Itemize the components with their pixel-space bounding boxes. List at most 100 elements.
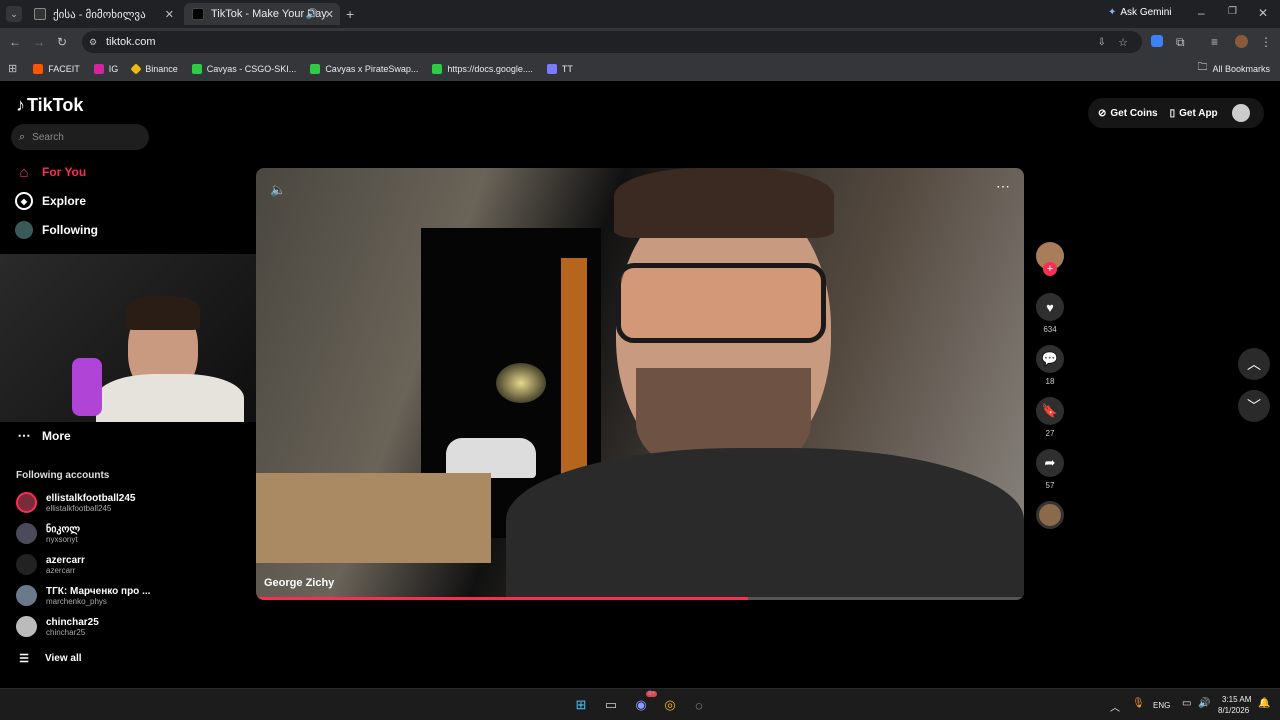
streamer-body (96, 374, 244, 422)
extensions-icon[interactable]: ⧉ (1176, 35, 1185, 50)
restore-icon[interactable]: ❐ (1228, 6, 1237, 17)
account-name: ნიკოლ (46, 523, 81, 535)
speaker-icon[interactable]: 🔊 (306, 9, 318, 20)
account-item[interactable]: ellistalkfootball245 ellistalkfootball245 (16, 492, 135, 513)
account-item[interactable]: azercarr azercarr (16, 554, 85, 575)
tiktok-logo[interactable]: ♪ TikTok (16, 95, 83, 116)
volume-icon[interactable]: 🔈 (270, 182, 286, 198)
account-item[interactable]: chinchar25 chinchar25 (16, 616, 99, 637)
share-button[interactable]: ➦ 57 (1036, 449, 1064, 490)
chevron-up-icon: ︿ (1247, 356, 1261, 372)
reload-icon[interactable]: ↻ (57, 35, 67, 49)
microphone-icon[interactable]: 🎙 (1132, 698, 1145, 709)
close-icon[interactable]: ✕ (165, 8, 174, 21)
site-info-icon[interactable]: ⚙ (89, 37, 97, 48)
network-icon[interactable]: ▭ (1182, 698, 1191, 709)
search-icon: ⌕ (19, 130, 26, 143)
account-item[interactable]: ТГК: Марченко про ... marchenko_phys (16, 585, 150, 606)
music-disc[interactable] (1036, 501, 1064, 529)
nav-following[interactable]: Following (15, 221, 98, 239)
more-options-icon[interactable]: ⋯ (996, 178, 1010, 195)
next-video-button[interactable]: ﹀ (1238, 390, 1270, 422)
progress-track[interactable] (256, 597, 1024, 600)
avatar (16, 492, 37, 513)
tab-search-icon[interactable]: ⌄ (6, 6, 22, 22)
close-icon[interactable]: ✕ (325, 8, 334, 21)
like-button[interactable]: ♥ 634 (1036, 293, 1064, 334)
like-count: 634 (1043, 325, 1057, 334)
video-player[interactable]: 🔈 ⋯ George Zichy (256, 168, 1024, 600)
phone-icon: ▯ (1169, 107, 1176, 119)
bookmark-label: Cavyas - CSGO-SKI... (206, 63, 297, 74)
chevron-up-icon[interactable]: ︿ (1110, 699, 1120, 714)
glasses (616, 263, 826, 343)
notification-icon[interactable]: 🔔 (1258, 698, 1270, 709)
bookmark-faceit[interactable]: FACEIT (33, 63, 80, 74)
view-all-link[interactable]: ☰ View all (15, 649, 81, 667)
previous-video-button[interactable]: ︿ (1238, 348, 1270, 380)
list-icon: ☰ (19, 652, 29, 665)
bookmark-cavyas-pirateswap[interactable]: Cavyas x PirateSwap... (310, 63, 418, 74)
all-bookmarks[interactable]: 🗀 All Bookmarks (1197, 60, 1270, 77)
bookmark-ig[interactable]: IG (93, 63, 118, 74)
menu-icon[interactable]: ⋮ (1260, 35, 1272, 49)
clock-date[interactable]: 8/1/2026 (1218, 706, 1249, 715)
get-coins-button[interactable]: ⊘ Get Coins (1098, 108, 1158, 119)
tiktok-page: ♪ TikTok ⌕ Search ⌂ For You ◆ Explore Fo… (0, 81, 1280, 688)
clock-time[interactable]: 3:15 AM (1222, 695, 1251, 704)
webcam-overlay (0, 254, 268, 422)
start-icon[interactable]: ⊞ (571, 695, 591, 715)
tab-kisa[interactable]: ქისა - მიმოხილვა ✕ (26, 3, 180, 25)
tab-tiktok[interactable]: TikTok - Make Your Day 🔊 ✕ (184, 3, 340, 25)
star-icon[interactable]: ☆ (1118, 36, 1128, 49)
creator-avatar[interactable]: + (1036, 242, 1064, 276)
comment-count: 18 (1045, 377, 1055, 386)
account-name: azercarr (46, 554, 85, 566)
bookmark-google-docs[interactable]: https://docs.google.... (432, 63, 533, 74)
profile-avatar[interactable] (1232, 104, 1250, 122)
apps-icon[interactable]: ⊞ (8, 62, 17, 75)
back-icon[interactable]: ← (9, 35, 21, 49)
person-hair (614, 168, 834, 238)
chrome-icon[interactable]: ◎ (660, 695, 680, 715)
parked-car (446, 438, 536, 478)
bookmark-tt[interactable]: TT (546, 63, 573, 74)
bookmark-cavyas-csgo[interactable]: Cavyas - CSGO-SKI... (191, 63, 297, 74)
account-name: chinchar25 (46, 616, 99, 628)
gemini-icon: ✦ (1108, 7, 1117, 18)
bookmark-label: TT (561, 63, 573, 74)
nav-label: More (42, 429, 71, 443)
extension-shield-icon[interactable] (1151, 35, 1163, 47)
close-window-icon[interactable]: ✕ (1258, 6, 1268, 20)
save-button[interactable]: 🔖 27 (1036, 397, 1064, 438)
file-explorer-icon[interactable]: ▭ (601, 695, 621, 715)
nav-explore[interactable]: ◆ Explore (15, 192, 86, 210)
discord-icon[interactable]: ◉ 9+ (631, 691, 657, 715)
follow-plus-icon[interactable]: + (1043, 262, 1057, 276)
media-control-icon[interactable]: ≡ (1211, 35, 1218, 49)
nav-more[interactable]: ⋯ More (15, 427, 71, 445)
sheets-icon (191, 63, 202, 74)
bookmark-binance[interactable]: Binance (130, 62, 178, 75)
new-tab-icon[interactable]: + (346, 6, 354, 22)
install-icon[interactable]: ⇩ (1098, 37, 1106, 48)
following-accounts-title: Following accounts (16, 470, 110, 481)
account-item[interactable]: ნიკოლ nyxsonyt (16, 523, 80, 544)
sheets-icon (432, 63, 443, 74)
get-app-button[interactable]: ▯ Get App (1170, 108, 1218, 119)
forward-icon[interactable]: → (33, 35, 45, 49)
ask-gemini-button[interactable]: ✦ Ask Gemini (1108, 7, 1172, 18)
language-indicator[interactable]: ENG (1153, 701, 1170, 710)
nav-for-you[interactable]: ⌂ For You (15, 163, 86, 181)
video-author[interactable]: George Zichy (264, 577, 334, 589)
volume-icon[interactable]: 🔊 (1198, 698, 1210, 709)
save-count: 27 (1045, 429, 1055, 438)
address-bar[interactable]: ⚙ tiktok.com ⇩ ☆ (82, 31, 1142, 53)
comment-button[interactable]: 💬 18 (1036, 345, 1064, 386)
profile-avatar[interactable] (1235, 35, 1248, 48)
music-disc-icon (1036, 501, 1064, 529)
app-icon[interactable]: ◌ (689, 695, 709, 715)
minimize-icon[interactable]: – (1198, 6, 1205, 20)
shirt (506, 448, 1024, 600)
search-input[interactable]: ⌕ Search (11, 124, 149, 150)
